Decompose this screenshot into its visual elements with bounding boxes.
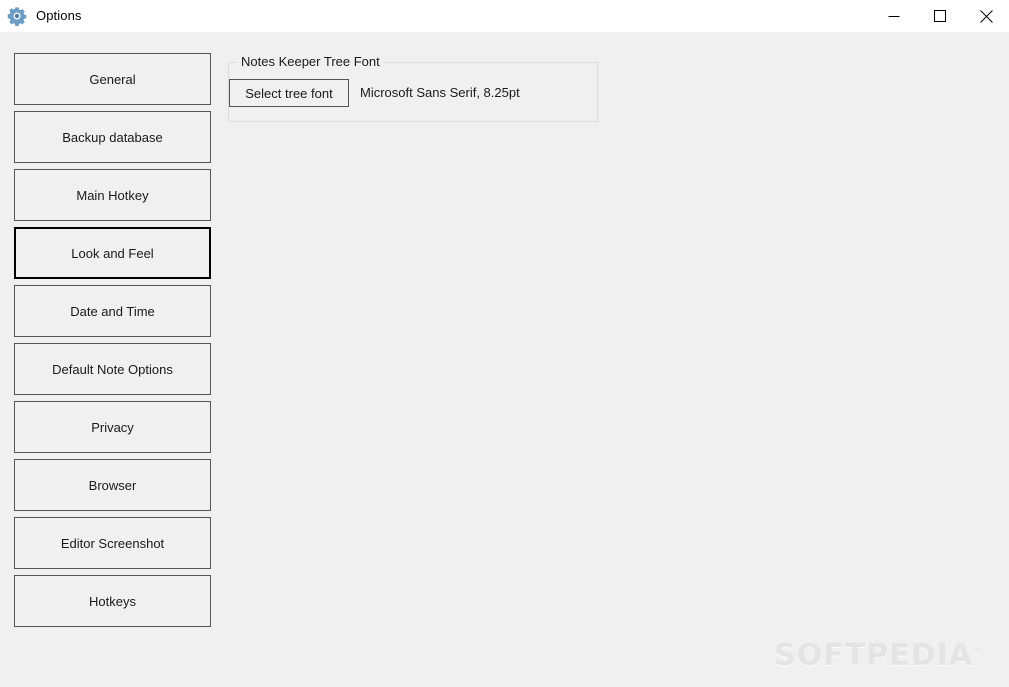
sidebar-item-general[interactable]: General	[14, 53, 211, 105]
sidebar-item-backup-database[interactable]: Backup database	[14, 111, 211, 163]
watermark-text: SOFTPEDIA	[774, 638, 973, 673]
sidebar-item-label: Editor Screenshot	[60, 535, 165, 551]
maximize-button[interactable]	[917, 0, 963, 32]
sidebar-item-privacy[interactable]: Privacy	[14, 401, 211, 453]
sidebar-item-label: Privacy	[91, 419, 134, 435]
sidebar-item-browser[interactable]: Browser	[14, 459, 211, 511]
sidebar-item-main-hotkey[interactable]: Main Hotkey	[14, 169, 211, 221]
sidebar-item-label: Date and Time	[70, 303, 155, 319]
watermark-registered-mark: ®	[973, 644, 985, 657]
sidebar-item-editor-screenshot[interactable]: Editor Screenshot	[14, 517, 211, 569]
client-area: General Backup database Main Hotkey Look…	[0, 32, 1009, 687]
sidebar-item-label: Main Hotkey	[76, 187, 149, 203]
close-icon	[979, 9, 993, 23]
category-nav: General Backup database Main Hotkey Look…	[14, 53, 211, 633]
tree-font-groupbox-legend: Notes Keeper Tree Font	[237, 54, 384, 70]
gear-icon	[7, 7, 27, 26]
window-controls	[871, 0, 1009, 32]
sidebar-item-default-note-options[interactable]: Default Note Options	[14, 343, 211, 395]
select-tree-font-label: Select tree font	[245, 85, 333, 101]
minimize-icon	[888, 16, 900, 17]
sidebar-item-hotkeys[interactable]: Hotkeys	[14, 575, 211, 627]
sidebar-item-label: Hotkeys	[89, 593, 136, 609]
select-tree-font-button[interactable]: Select tree font	[229, 79, 349, 107]
close-button[interactable]	[963, 0, 1009, 32]
sidebar-item-label: Browser	[88, 477, 137, 493]
title-bar: Options	[0, 0, 1009, 32]
tree-font-value: Microsoft Sans Serif, 8.25pt	[360, 85, 520, 100]
sidebar-item-date-and-time[interactable]: Date and Time	[14, 285, 211, 337]
sidebar-item-label: Backup database	[62, 129, 163, 145]
softpedia-watermark: SOFTPEDIA®	[774, 638, 985, 673]
window-title: Options	[36, 8, 82, 23]
minimize-button[interactable]	[871, 0, 917, 32]
sidebar-item-label: General	[89, 71, 136, 87]
sidebar-item-look-and-feel[interactable]: Look and Feel	[14, 227, 211, 279]
maximize-icon	[934, 10, 946, 22]
sidebar-item-label: Default Note Options	[52, 361, 173, 377]
sidebar-item-label: Look and Feel	[71, 245, 154, 261]
